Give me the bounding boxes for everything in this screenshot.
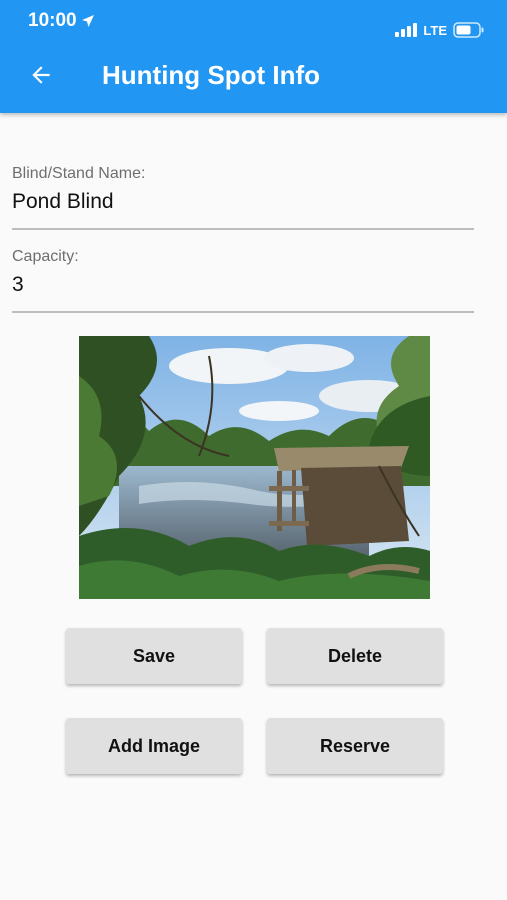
capacity-value: 3 xyxy=(12,273,24,296)
name-field[interactable]: Blind/Stand Name: Pond Blind xyxy=(12,164,474,230)
blind-photo-image xyxy=(79,336,430,599)
status-time-label: 10:00 xyxy=(28,10,77,31)
name-value: Pond Blind xyxy=(12,190,114,213)
page-title: Hunting Spot Info xyxy=(102,60,321,90)
signal-bars-icon xyxy=(395,23,418,37)
network-label: LTE xyxy=(423,22,447,38)
reserve-button[interactable]: Reserve xyxy=(267,718,443,774)
status-indicators: LTE xyxy=(395,22,485,38)
save-button[interactable]: Save xyxy=(66,628,242,684)
app-bar: 10:00 LTE Hunting Spot Info xyxy=(0,0,507,113)
name-label: Blind/Stand Name: xyxy=(12,165,146,182)
capacity-label: Capacity: xyxy=(12,248,79,265)
arrow-back-icon xyxy=(32,66,50,84)
delete-button[interactable]: Delete xyxy=(267,628,443,684)
status-time: 10:00 xyxy=(28,10,95,32)
back-button[interactable] xyxy=(24,58,58,92)
location-arrow-icon xyxy=(81,15,94,27)
battery-icon xyxy=(453,22,484,38)
capacity-field[interactable]: Capacity: 3 xyxy=(12,247,474,313)
blind-photo xyxy=(79,336,430,599)
add-image-button[interactable]: Add Image xyxy=(66,718,242,774)
